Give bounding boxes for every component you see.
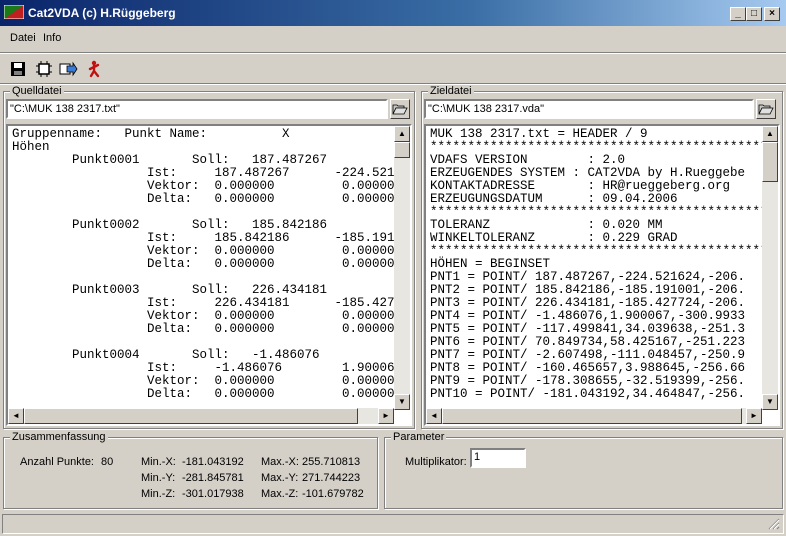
scroll-right-button[interactable]: ► <box>746 408 762 424</box>
scroll-left-button[interactable]: ◄ <box>426 408 442 424</box>
multiplier-input[interactable]: 1 <box>470 448 526 468</box>
target-open-button[interactable] <box>756 99 776 119</box>
source-group-label: Quelldatei <box>10 85 64 97</box>
target-path-field[interactable]: "C:\MUK 138 2317.vda" <box>424 99 754 119</box>
app-icon <box>4 5 24 19</box>
scroll-down-button[interactable]: ▼ <box>762 394 778 410</box>
status-bar <box>2 514 784 534</box>
source-horizontal-scrollbar[interactable]: ◄ ► <box>8 408 394 424</box>
target-group-label: Zieldatei <box>428 85 474 97</box>
close-button[interactable]: × <box>764 7 780 21</box>
source-line: Delta: 0.000000 0.000000 <box>12 322 403 336</box>
save-icon[interactable] <box>8 59 28 79</box>
toolbar-divider <box>0 83 786 85</box>
max-x-value: 255.710813 <box>302 456 361 468</box>
folder-open-icon <box>758 104 774 115</box>
scroll-thumb[interactable] <box>762 142 778 182</box>
min-z-label: Min.-Z: <box>141 488 176 500</box>
scroll-up-button[interactable]: ▲ <box>762 126 778 142</box>
window-title: Cat2VDA (c) H.Rüggeberg <box>28 6 176 20</box>
process-icon[interactable] <box>34 59 54 79</box>
min-y-value: -281.845781 <box>182 472 244 484</box>
source-line: Delta: 0.000000 0.000000 <box>12 192 403 206</box>
max-y-label: Max.-Y: <box>261 472 299 484</box>
max-z-value: -101.679782 <box>302 488 364 500</box>
target-text-area[interactable]: MUK 138 2317.txt = HEADER / 9 ***********… <box>424 124 780 426</box>
min-x-value: -181.043192 <box>182 456 244 468</box>
scroll-left-button[interactable]: ◄ <box>8 408 24 424</box>
min-z-value: -301.017938 <box>182 488 244 500</box>
max-z-label: Max.-Z: <box>261 488 299 500</box>
scroll-down-button[interactable]: ▼ <box>394 394 410 410</box>
parameter-group-label: Parameter <box>391 431 447 443</box>
source-text-area[interactable]: Gruppenname: Punkt Name: X Höhen Punkt000… <box>6 124 412 426</box>
min-y-label: Min.-Y: <box>141 472 176 484</box>
menu-divider <box>0 52 786 54</box>
source-line: Delta: 0.000000 0.000000 <box>12 387 403 401</box>
parameter-group: Parameter <box>384 431 783 509</box>
source-vertical-scrollbar[interactable]: ▲ ▼ <box>394 126 410 410</box>
scroll-up-button[interactable]: ▲ <box>394 126 410 142</box>
resize-grip-icon[interactable] <box>768 518 780 530</box>
folder-open-icon <box>392 104 408 115</box>
source-open-button[interactable] <box>390 99 410 119</box>
scroll-thumb[interactable] <box>394 142 410 158</box>
min-x-label: Min.-X: <box>141 456 176 468</box>
menu-datei[interactable]: Datei <box>10 32 36 44</box>
source-line: Delta: 0.000000 0.000000 <box>12 257 403 271</box>
menu-info[interactable]: Info <box>43 32 61 44</box>
max-x-label: Max.-X: <box>261 456 299 468</box>
scroll-thumb-horizontal[interactable] <box>442 408 742 424</box>
convert-icon[interactable] <box>58 59 78 79</box>
summary-group-label: Zusammenfassung <box>10 431 108 443</box>
target-vertical-scrollbar[interactable]: ▲ ▼ <box>762 126 778 410</box>
menu-bar: Datei Info <box>0 28 786 48</box>
point-count-value: 80 <box>101 456 114 468</box>
maximize-button[interactable]: □ <box>746 7 762 21</box>
target-line: PNT10 = POINT/ -181.043192,34.464847,-25… <box>430 387 746 401</box>
max-y-value: 271.744223 <box>302 472 361 484</box>
target-horizontal-scrollbar[interactable]: ◄ ► <box>426 408 762 424</box>
target-text: MUK 138 2317.txt = HEADER / 9 ***********… <box>430 128 778 401</box>
source-text: Gruppenname: Punkt Name: X Höhen Punkt000… <box>12 128 402 401</box>
minimize-button[interactable]: _ <box>730 7 746 21</box>
point-count-label: Anzahl Punkte: <box>20 456 94 468</box>
toolbar <box>0 56 786 82</box>
scroll-thumb-horizontal[interactable] <box>24 408 358 424</box>
source-path-field[interactable]: "C:\MUK 138 2317.txt" <box>6 99 388 119</box>
source-line: Gruppenname: Punkt Name: X <box>12 127 290 141</box>
scroll-right-button[interactable]: ► <box>378 408 394 424</box>
exit-icon[interactable] <box>84 59 104 79</box>
multiplier-label: Multiplikator: <box>405 456 467 468</box>
title-bar: Cat2VDA (c) H.Rüggeberg _ □ × <box>0 0 786 26</box>
